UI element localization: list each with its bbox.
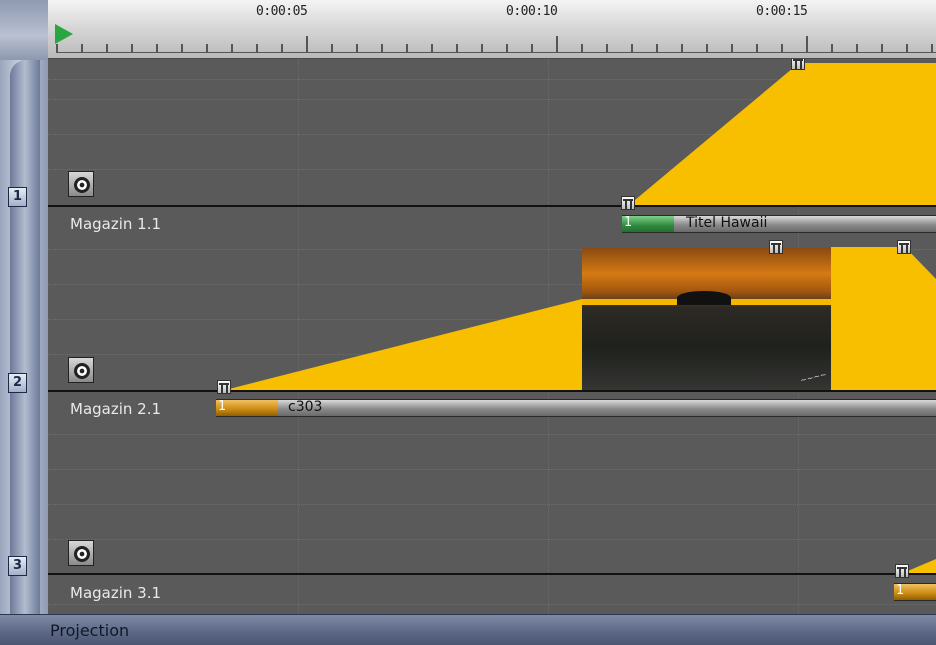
track-number-2[interactable]: 2 bbox=[8, 373, 27, 393]
speaker-icon[interactable] bbox=[68, 357, 94, 383]
clip-index: 1 bbox=[624, 215, 632, 230]
ruler-minor-tick bbox=[456, 44, 458, 53]
ruler-minor-tick bbox=[856, 44, 858, 53]
ruler-minor-tick bbox=[131, 44, 133, 53]
ruler-baseline bbox=[56, 52, 936, 53]
ruler-minor-tick bbox=[431, 44, 433, 53]
track-rail-inner bbox=[10, 60, 40, 628]
ruler-minor-tick bbox=[656, 44, 658, 53]
clip-index: 1 bbox=[896, 583, 904, 598]
keyframe-marker-icon[interactable] bbox=[621, 196, 635, 210]
track-2-name: Magazin 2.1 bbox=[70, 400, 162, 418]
track-2-baseline bbox=[48, 390, 936, 392]
ruler-minor-tick bbox=[881, 44, 883, 53]
track-1-baseline bbox=[48, 205, 936, 207]
timeline-corner bbox=[0, 0, 48, 60]
ruler-minor-tick bbox=[831, 44, 833, 53]
ruler-minor-tick bbox=[406, 44, 408, 53]
ruler-minor-tick bbox=[906, 44, 908, 53]
ruler-minor-tick bbox=[481, 44, 483, 53]
ruler-minor-tick bbox=[231, 44, 233, 53]
speaker-icon[interactable] bbox=[68, 171, 94, 197]
time-label-5s: 0:00:05 bbox=[256, 4, 308, 19]
clip-name: c303 bbox=[288, 399, 323, 415]
track-1-name: Magazin 1.1 bbox=[70, 215, 162, 233]
track-2-envelope-right[interactable] bbox=[831, 247, 936, 390]
ruler-minor-tick bbox=[256, 44, 258, 53]
status-bar: Projection bbox=[0, 614, 936, 645]
ruler-minor-tick bbox=[531, 44, 533, 53]
ruler-minor-tick bbox=[731, 44, 733, 53]
track-2-envelope[interactable] bbox=[225, 299, 582, 390]
track-3-baseline bbox=[48, 573, 936, 575]
track-number-1[interactable]: 1 bbox=[8, 187, 27, 207]
ruler-minor-tick bbox=[106, 44, 108, 53]
ruler-minor-tick bbox=[381, 44, 383, 53]
track-rail: 1 2 3 bbox=[0, 60, 48, 645]
ruler-minor-tick bbox=[506, 44, 508, 53]
ruler-minor-tick bbox=[206, 44, 208, 53]
ruler-minor-tick bbox=[281, 44, 283, 53]
keyframe-marker-icon[interactable] bbox=[791, 59, 805, 70]
tracks-area[interactable]: ~~~~ Magazin 1.1 Magazin 2.1 Magazin 3.1… bbox=[48, 59, 936, 614]
play-icon[interactable] bbox=[55, 24, 73, 44]
time-label-15s: 0:00:15 bbox=[756, 4, 808, 19]
track-number-3[interactable]: 3 bbox=[8, 556, 27, 576]
keyframe-marker-icon[interactable] bbox=[769, 240, 783, 254]
ruler-minor-tick bbox=[181, 44, 183, 53]
time-label-10s: 0:00:10 bbox=[506, 4, 558, 19]
track-1-envelope[interactable] bbox=[629, 63, 936, 205]
ruler-major-tick bbox=[556, 36, 558, 53]
ruler-minor-tick bbox=[156, 44, 158, 53]
keyframe-marker-icon[interactable] bbox=[897, 240, 911, 254]
clip-name: Titel Hawaii bbox=[686, 215, 768, 231]
ruler-minor-tick bbox=[706, 44, 708, 53]
clip-c303[interactable]: 1 c303 bbox=[216, 399, 936, 417]
ruler-minor-tick bbox=[681, 44, 683, 53]
sunset-thumbnail[interactable]: ~~~~ bbox=[582, 248, 831, 390]
keyframe-marker-icon[interactable] bbox=[895, 564, 909, 578]
ruler-major-tick bbox=[806, 36, 808, 53]
ruler-minor-tick bbox=[331, 44, 333, 53]
timeline-editor: 0:00:05 0:00:10 0:00:15 1 2 3 ~~~~ Magaz… bbox=[0, 0, 936, 645]
projection-label: Projection bbox=[50, 621, 130, 640]
clip-track-3[interactable]: 1 bbox=[894, 583, 936, 601]
ruler-minor-tick bbox=[931, 44, 933, 53]
ruler-minor-tick bbox=[631, 44, 633, 53]
ruler-minor-tick bbox=[56, 44, 58, 53]
clip-titel-hawaii[interactable]: 1 Titel Hawaii bbox=[622, 215, 936, 233]
ruler-minor-tick bbox=[81, 44, 83, 53]
ruler-minor-tick bbox=[781, 44, 783, 53]
time-ruler[interactable]: 0:00:05 0:00:10 0:00:15 bbox=[48, 0, 936, 59]
ruler-minor-tick bbox=[606, 44, 608, 53]
thumbnail-hill bbox=[676, 290, 732, 305]
thumbnail-signature: ~~~~ bbox=[799, 369, 828, 386]
ruler-minor-tick bbox=[756, 44, 758, 53]
ruler-major-tick bbox=[306, 36, 308, 53]
speaker-icon[interactable] bbox=[68, 540, 94, 566]
ruler-minor-tick bbox=[356, 44, 358, 53]
clip-index: 1 bbox=[218, 399, 226, 414]
keyframe-marker-icon[interactable] bbox=[217, 380, 231, 394]
ruler-minor-tick bbox=[581, 44, 583, 53]
track-3-name: Magazin 3.1 bbox=[70, 584, 162, 602]
